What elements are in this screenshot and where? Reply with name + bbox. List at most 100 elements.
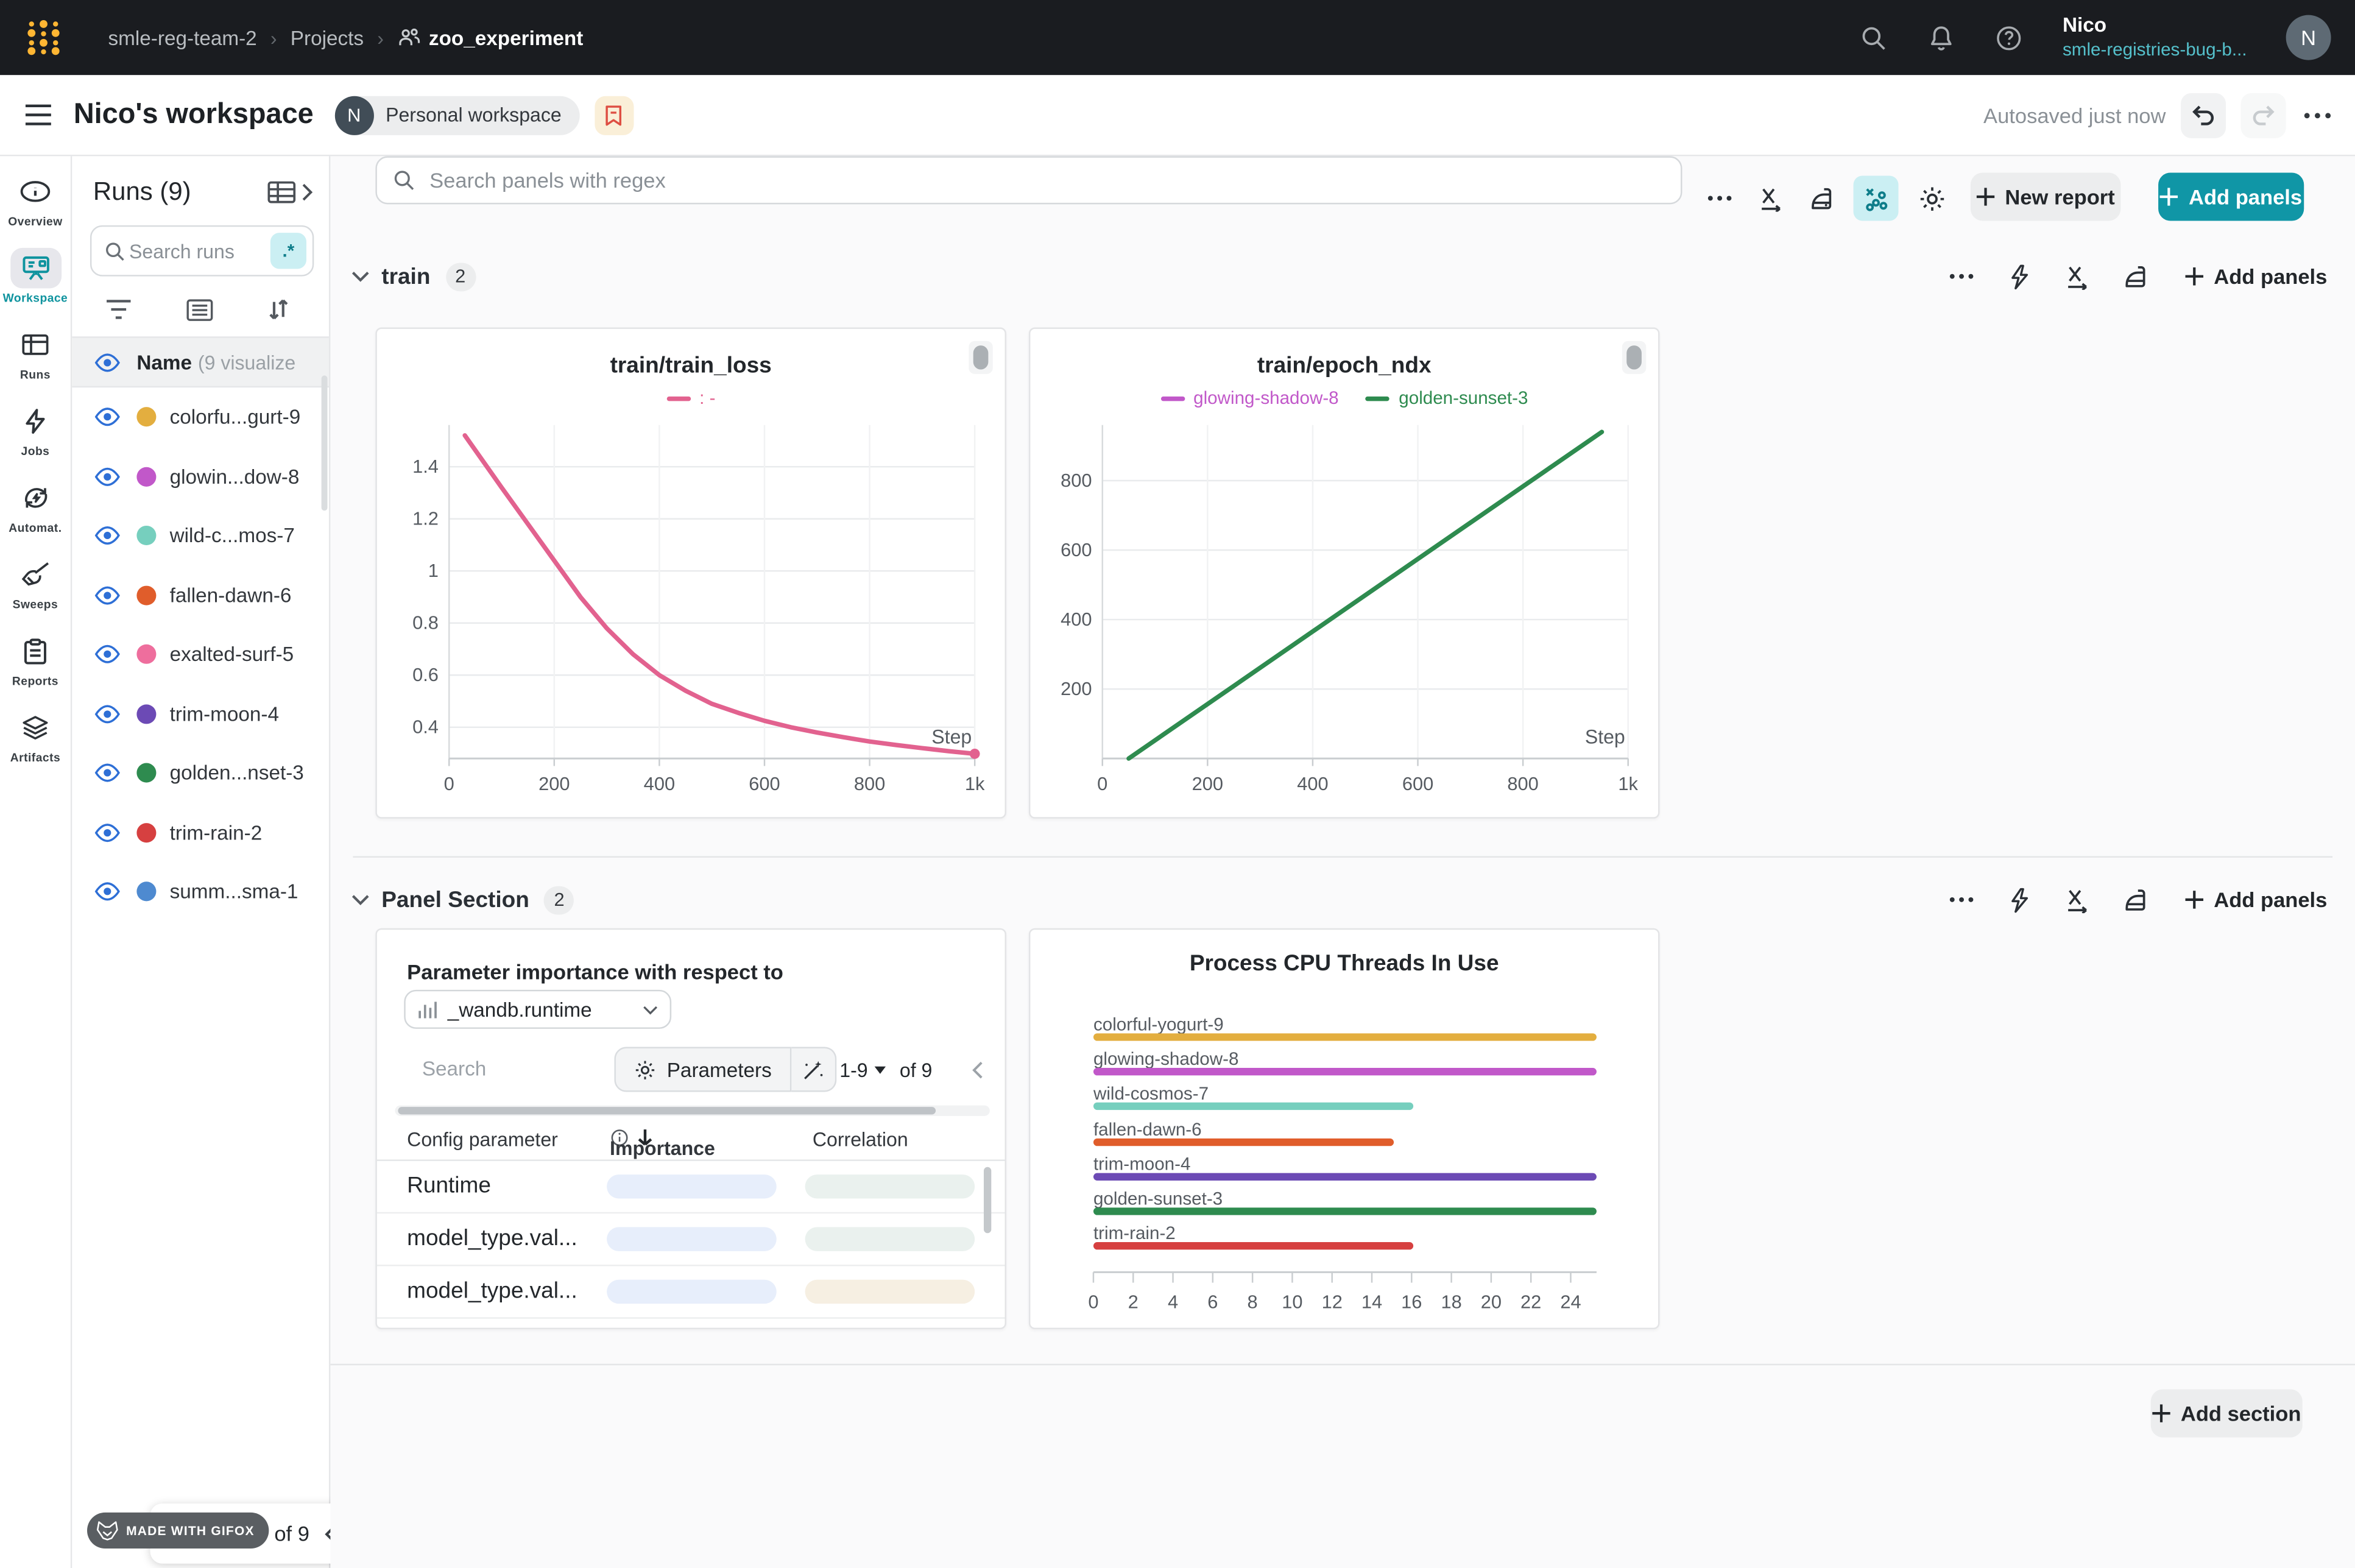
outliers-scatter-icon[interactable] xyxy=(1854,175,1899,221)
sidebar-scrollbar[interactable] xyxy=(322,375,328,510)
nav-rail-item-overview[interactable]: Overview xyxy=(0,171,71,228)
menu-hamburger-icon[interactable] xyxy=(24,104,52,126)
breadcrumb-projects[interactable]: Projects xyxy=(291,26,364,49)
panel-epoch-ndx[interactable]: train/epoch_ndx glowing-shadow-8golden-s… xyxy=(1029,328,1660,819)
runs-search-input[interactable] xyxy=(126,238,255,264)
visibility-eye-icon[interactable] xyxy=(93,408,122,427)
chevron-down-icon[interactable] xyxy=(351,270,370,283)
panel-train-loss[interactable]: train/train_loss : - 0.40.60.811.21.4020… xyxy=(375,328,1006,819)
cpu-bar[interactable] xyxy=(1093,1138,1394,1145)
importance-row[interactable]: model_type.val... xyxy=(377,1266,1005,1319)
smoothing-iron-icon[interactable] xyxy=(2124,264,2152,289)
user-block[interactable]: Nico smle-registries-bug-b... xyxy=(2063,13,2247,62)
section-more-icon[interactable] xyxy=(1949,897,1973,903)
cpu-bar[interactable] xyxy=(1093,1173,1597,1180)
visibility-eye-icon[interactable] xyxy=(93,763,122,783)
section-header-panel-section[interactable]: Panel Section 2 xyxy=(351,878,574,920)
visibility-eye-icon[interactable] xyxy=(93,352,122,372)
breadcrumb-project[interactable]: zoo_experiment xyxy=(397,26,583,49)
more-menu-icon[interactable] xyxy=(2304,112,2331,118)
cpu-bar[interactable] xyxy=(1093,1207,1597,1215)
personal-workspace-badge[interactable]: N Personal workspace xyxy=(334,96,579,135)
importance-row[interactable]: model_type.val... xyxy=(377,1213,1005,1266)
run-row[interactable]: summ...sma-1 xyxy=(72,862,329,921)
run-row[interactable]: glowin...dow-8 xyxy=(72,447,329,506)
importance-page-range[interactable]: 1-9 xyxy=(839,1059,886,1081)
search-icon[interactable] xyxy=(1860,23,1888,52)
bookmark-remove-button[interactable] xyxy=(595,96,634,135)
section-header-train[interactable]: train 2 xyxy=(351,255,475,297)
sparkle-icon[interactable] xyxy=(2007,887,2030,913)
prev-page-icon[interactable] xyxy=(972,1061,984,1080)
importance-search-input[interactable] xyxy=(419,1056,584,1081)
nav-rail-item-jobs[interactable]: Jobs xyxy=(0,401,71,458)
run-row[interactable]: golden...nset-3 xyxy=(72,743,329,802)
regex-toggle-button[interactable]: .* xyxy=(270,233,306,269)
panel-search-box[interactable] xyxy=(375,156,1682,204)
filter-icon[interactable] xyxy=(105,299,132,320)
add-section-button[interactable]: Add section xyxy=(2151,1390,2303,1438)
magic-wand-button[interactable] xyxy=(791,1047,836,1092)
x-axis-settings-icon[interactable] xyxy=(2064,886,2091,913)
panel-grip-handle[interactable] xyxy=(1622,341,1646,374)
run-row[interactable]: exalted-surf-5 xyxy=(72,625,329,684)
nav-rail-item-reports[interactable]: Reports xyxy=(0,631,71,688)
nav-rail-item-runs[interactable]: Runs xyxy=(0,325,71,382)
nav-rail-item-sweeps[interactable]: Sweeps xyxy=(0,554,71,612)
runs-table-icon[interactable] xyxy=(267,180,297,204)
redo-button[interactable] xyxy=(2241,93,2286,138)
legend-item[interactable]: : - xyxy=(666,387,716,409)
visibility-eye-icon[interactable] xyxy=(93,526,122,546)
wandb-logo-icon[interactable] xyxy=(24,18,63,57)
undo-button[interactable] xyxy=(2181,93,2226,138)
column-correlation[interactable]: Correlation xyxy=(813,1128,908,1151)
section-more-icon[interactable] xyxy=(1949,274,1973,280)
parameters-button[interactable]: Parameters xyxy=(614,1047,791,1092)
group-list-icon[interactable] xyxy=(186,298,213,320)
chevron-down-icon[interactable] xyxy=(351,894,370,906)
run-row[interactable]: trim-rain-2 xyxy=(72,803,329,862)
nav-rail-item-workspace[interactable]: Workspace xyxy=(0,248,71,305)
metric-dropdown[interactable]: _wandb.runtime xyxy=(404,990,671,1029)
line-chart-epoch-ndx[interactable]: 20040060080002004006008001kStep xyxy=(1042,416,1649,810)
smoothing-iron-icon[interactable] xyxy=(2124,887,2152,913)
cpu-bar[interactable] xyxy=(1093,1033,1597,1040)
run-row[interactable]: fallen-dawn-6 xyxy=(72,565,329,624)
sort-icon[interactable] xyxy=(267,297,290,321)
run-row[interactable]: wild-c...mos-7 xyxy=(72,506,329,565)
x-axis-settings-icon[interactable] xyxy=(2064,263,2091,289)
legend-item[interactable]: golden-sunset-3 xyxy=(1366,387,1528,409)
visibility-eye-icon[interactable] xyxy=(93,882,122,902)
importance-row[interactable]: Runtime xyxy=(377,1161,1005,1213)
panel-cpu-threads[interactable]: Process CPU Threads In Use colorful-yogu… xyxy=(1029,928,1660,1329)
column-config-parameter[interactable]: Config parameter xyxy=(407,1128,558,1151)
sparkle-icon[interactable] xyxy=(2007,264,2030,289)
horizontal-scrollbar[interactable] xyxy=(395,1106,989,1116)
help-icon[interactable] xyxy=(1995,23,2024,52)
cpu-bar[interactable] xyxy=(1093,1243,1414,1250)
avatar[interactable]: N xyxy=(2286,15,2331,60)
visibility-eye-icon[interactable] xyxy=(93,704,122,724)
section-add-panels-button[interactable]: Add panels xyxy=(2185,888,2327,911)
x-axis-settings-icon[interactable] xyxy=(1751,178,1790,217)
visibility-eye-icon[interactable] xyxy=(93,467,122,486)
panel-parameter-importance[interactable]: Parameter importance with respect to _wa… xyxy=(375,928,1006,1329)
cpu-bar[interactable] xyxy=(1093,1103,1414,1111)
new-report-button[interactable]: New report xyxy=(1971,173,2121,221)
add-panels-button[interactable]: Add panels xyxy=(2158,173,2304,221)
line-chart-train-loss[interactable]: 0.40.60.811.21.402004006008001kStep xyxy=(389,416,996,810)
expand-chevron-icon[interactable] xyxy=(300,182,314,203)
smoothing-iron-icon[interactable] xyxy=(1804,178,1843,217)
visibility-eye-icon[interactable] xyxy=(93,823,122,842)
section-add-panels-button[interactable]: Add panels xyxy=(2185,264,2327,288)
notifications-bell-icon[interactable] xyxy=(1927,23,1956,52)
run-row[interactable]: trim-moon-4 xyxy=(72,684,329,743)
toolbar-more-icon[interactable] xyxy=(1700,178,1739,217)
column-importance[interactable]: Importance xyxy=(610,1128,654,1148)
nav-rail-item-artifacts[interactable]: Artifacts xyxy=(0,707,71,765)
runs-name-header[interactable]: Name (9 visualize xyxy=(72,336,329,387)
breadcrumb-team[interactable]: smle-reg-team-2 xyxy=(108,26,257,49)
cpu-bar[interactable] xyxy=(1093,1068,1597,1076)
runs-search-box[interactable]: .* xyxy=(90,225,314,277)
settings-gear-icon[interactable] xyxy=(1912,178,1951,217)
